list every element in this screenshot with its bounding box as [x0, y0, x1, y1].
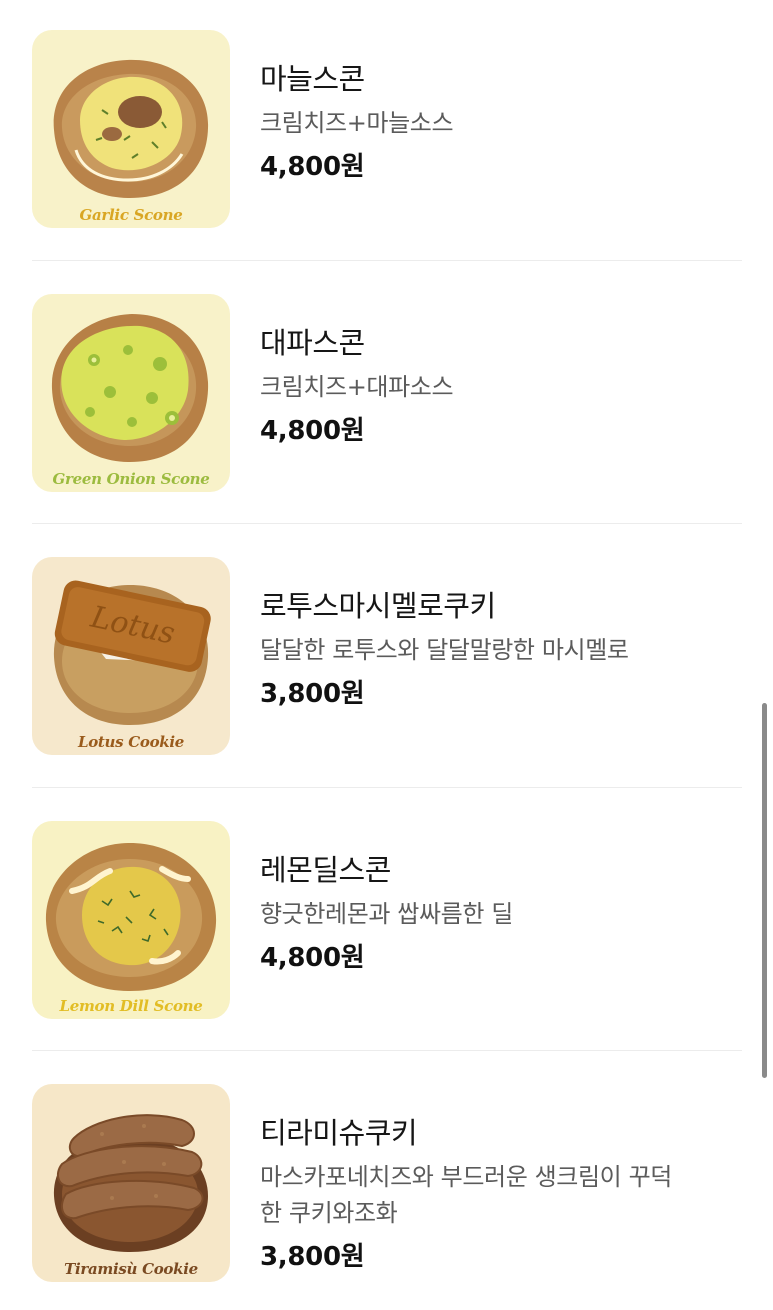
lemon-dill-scone-image: Lemon Dill Scone	[32, 821, 230, 1019]
menu-item-tiramisu-cookie[interactable]: Tiramisù Cookie 티라미슈쿠키 마스카포네치즈와 부드러운 생크림…	[32, 1084, 742, 1284]
menu-item-name: 티라미슈쿠키	[260, 1116, 418, 1150]
menu-item-garlic-scone[interactable]: Garlic Scone 마늘스콘 크림치즈+마늘소스 4,800원	[32, 30, 742, 230]
menu-item-info: 티라미슈쿠키 마스카포네치즈와 부드러운 생크림이 꾸덕 한 쿠키와조화 3,8…	[260, 1114, 742, 1275]
lemon-dill-scone-caption: Lemon Dill Scone	[59, 997, 203, 1015]
menu-item-name: 마늘스콘	[260, 62, 365, 96]
menu-item-description-line: 한 쿠키와조화	[260, 1199, 398, 1227]
menu-item-description-line: 마스카포네치즈와 부드러운 생크림이 꾸덕	[260, 1163, 672, 1191]
garlic-scone-image: Garlic Scone	[32, 30, 230, 228]
menu-item-info: 레몬딜스콘 향긋한레몬과 쌉싸름한 딜 4,800원	[260, 851, 742, 976]
menu-item-price: 3,800원	[260, 1242, 365, 1272]
menu-item-description: 달달한 로투스와 달달말랑한 마시멜로	[260, 636, 629, 664]
menu-item-description: 향긋한레몬과 쌉싸름한 딜	[260, 900, 513, 928]
divider	[32, 787, 742, 788]
menu-item-name: 로투스마시멜로쿠키	[260, 589, 496, 623]
lotus-cookie-caption: Lotus Cookie	[77, 733, 185, 751]
divider	[32, 523, 742, 524]
menu-item-info: 대파스콘 크림치즈+대파소스 4,800원	[260, 324, 742, 449]
menu-item-description: 마스카포네치즈와 부드러운 생크림이 꾸덕 한 쿠키와조화	[260, 1159, 742, 1231]
divider	[32, 260, 742, 261]
menu-item-lotus-cookie[interactable]: Lotus Lotus Cookie 로투스마시멜로쿠키 달달한 로투스와 달달…	[32, 557, 742, 757]
tiramisu-cookie-image: Tiramisù Cookie	[32, 1084, 230, 1282]
tiramisu-cookie-caption: Tiramisù Cookie	[64, 1260, 198, 1278]
menu-item-price: 3,800원	[260, 679, 365, 709]
menu-item-info: 마늘스콘 크림치즈+마늘소스 4,800원	[260, 60, 742, 185]
menu-item-price: 4,800원	[260, 943, 365, 973]
menu-item-price: 4,800원	[260, 416, 365, 446]
menu-item-info: 로투스마시멜로쿠키 달달한 로투스와 달달말랑한 마시멜로 3,800원	[260, 587, 742, 712]
menu-item-lemon-dill-scone[interactable]: Lemon Dill Scone 레몬딜스콘 향긋한레몬과 쌉싸름한 딜 4,8…	[32, 821, 742, 1021]
green-onion-scone-caption: Green Onion Scone	[52, 470, 210, 488]
menu-item-price: 4,800원	[260, 152, 365, 182]
menu-item-name: 대파스콘	[260, 326, 365, 360]
garlic-scone-caption: Garlic Scone	[79, 206, 183, 224]
vertical-scrollbar[interactable]	[762, 703, 767, 1078]
lotus-cookie-image: Lotus Lotus Cookie	[32, 557, 230, 755]
green-onion-scone-image: Green Onion Scone	[32, 294, 230, 492]
menu-item-description: 크림치즈+대파소스	[260, 373, 454, 401]
menu-item-green-onion-scone[interactable]: Green Onion Scone 대파스콘 크림치즈+대파소스 4,800원	[32, 294, 742, 494]
menu-item-name: 레몬딜스콘	[260, 853, 391, 887]
menu-item-description: 크림치즈+마늘소스	[260, 109, 454, 137]
divider	[32, 1050, 742, 1051]
